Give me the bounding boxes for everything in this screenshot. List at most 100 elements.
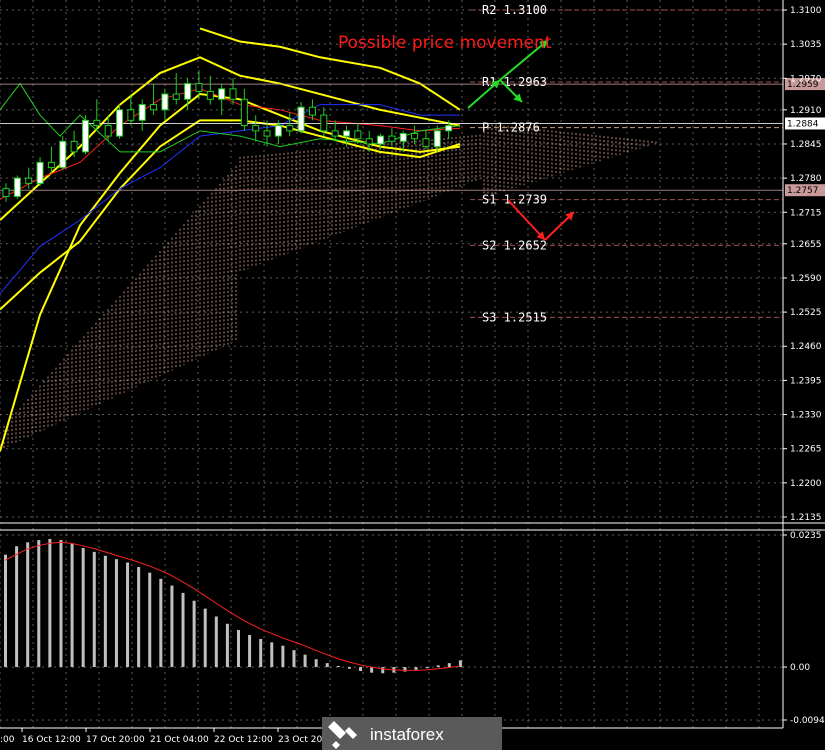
candle-body — [138, 104, 146, 121]
price-tick-label: 1.2655 — [790, 240, 822, 250]
price-tick-label: 1.2910 — [790, 106, 822, 116]
candle-body — [172, 93, 180, 100]
candle-body — [206, 90, 214, 100]
macd-bar — [59, 540, 63, 668]
macd-bar — [303, 654, 307, 668]
time-tick-label: 22 Oct 12:00 — [214, 735, 273, 745]
bollinger-lower-left — [0, 93, 461, 452]
macd-bar — [70, 543, 74, 668]
candle-body — [161, 93, 169, 111]
candle-body — [47, 161, 55, 169]
time-tick-label: :00 — [0, 735, 15, 745]
price-tick-label: 1.2525 — [790, 308, 822, 318]
macd-tick-label: 0.00 — [790, 663, 810, 673]
macd-bar — [114, 559, 118, 668]
price-tick-label: 1.2330 — [790, 411, 822, 421]
candle-body — [93, 119, 101, 127]
macd-bar — [170, 585, 174, 668]
candle-body — [70, 140, 78, 153]
price-tick-label: 1.2135 — [790, 513, 822, 523]
time-tick-label: 17 Oct 20:00 — [86, 735, 145, 745]
macd-tick-label: -0.00942 — [790, 716, 825, 726]
candle-body — [343, 130, 350, 137]
candle-body — [433, 130, 441, 148]
ichimoku-cloud — [3, 123, 661, 449]
macd-bar — [425, 667, 429, 669]
level-label-r2: R2 1.3100 — [482, 3, 547, 17]
macd-bar — [336, 665, 340, 668]
candle-body — [104, 125, 112, 137]
candle-body — [59, 140, 67, 169]
candle-body — [377, 135, 385, 145]
macd-bar — [381, 667, 385, 674]
level-label-s3: S3 1.2515 — [482, 310, 547, 324]
price-tick-label: 1.2845 — [790, 140, 822, 150]
candle-body — [252, 125, 260, 132]
price-tick-label: 1.3035 — [790, 40, 822, 50]
macd-bar — [159, 578, 163, 668]
candle-body — [445, 125, 453, 132]
price-tick-label: 1.2780 — [790, 174, 822, 184]
macd-bar — [148, 572, 152, 668]
candle-body — [365, 138, 373, 145]
candle-body — [116, 109, 123, 137]
candle-body — [422, 138, 430, 148]
candle-body — [308, 106, 316, 116]
macd-tick-label: 0.0235 — [790, 531, 822, 541]
candle-body — [81, 119, 89, 153]
macd-bar — [181, 592, 185, 668]
macd-bar — [447, 663, 451, 668]
price-tick-label: 1.2715 — [790, 208, 822, 218]
macd-bar — [26, 542, 30, 668]
candle-body — [263, 130, 271, 137]
macd-bar — [414, 667, 418, 670]
candle-body — [274, 125, 282, 137]
macd-bar — [192, 600, 196, 668]
instaforex-watermark: instaforex — [322, 717, 502, 750]
macd-bar — [81, 547, 85, 668]
forecast-note: Possible price movement — [338, 33, 552, 53]
macd-bar — [281, 645, 285, 668]
candle-body — [184, 83, 192, 100]
price-tick-label: 1.2200 — [790, 479, 822, 489]
macd-panel — [4, 538, 462, 674]
macd-bar — [292, 650, 296, 668]
price-chart[interactable]: R2 1.3100R1 1.2963P 1.2876S1 1.2739S2 1.… — [0, 0, 825, 750]
candlesticks — [2, 70, 453, 202]
candle-body — [354, 130, 362, 140]
macd-bar — [48, 538, 52, 668]
macd-bar — [126, 562, 130, 668]
candle-body — [25, 177, 33, 184]
macd-bar — [347, 667, 351, 669]
level-label-s1: S1 1.2739 — [482, 193, 547, 207]
candle-body — [331, 130, 339, 137]
candle-body — [150, 104, 158, 111]
price-tick-label: 1.3100 — [790, 6, 822, 16]
price-box-label: 1.2757 — [787, 186, 819, 196]
candle-body — [240, 98, 248, 127]
candle-body — [320, 114, 328, 132]
macd-bar — [103, 555, 107, 668]
candle-body — [195, 83, 203, 92]
price-tick-label: 1.2460 — [790, 342, 822, 352]
time-tick-label: 16 Oct 12:00 — [22, 735, 81, 745]
macd-bar — [248, 635, 252, 668]
macd-bar — [436, 665, 440, 668]
macd-bar — [15, 546, 19, 668]
candle-body — [13, 177, 21, 198]
macd-bar — [370, 667, 374, 673]
candle-body — [36, 161, 44, 184]
level-label-p: P 1.2876 — [482, 121, 540, 135]
macd-bar — [203, 608, 207, 668]
candle-body — [411, 132, 419, 140]
candle-body — [297, 106, 305, 132]
price-box-label: 1.2884 — [787, 119, 819, 129]
macd-bar — [37, 540, 41, 668]
price-tick-label: 1.2590 — [790, 274, 822, 284]
macd-bar — [325, 663, 329, 668]
macd-bar — [4, 554, 7, 668]
level-label-s2: S2 1.2652 — [482, 238, 547, 252]
candle-body — [2, 188, 10, 198]
time-tick-label: 21 Oct 04:00 — [150, 735, 209, 745]
macd-bar — [137, 567, 141, 668]
